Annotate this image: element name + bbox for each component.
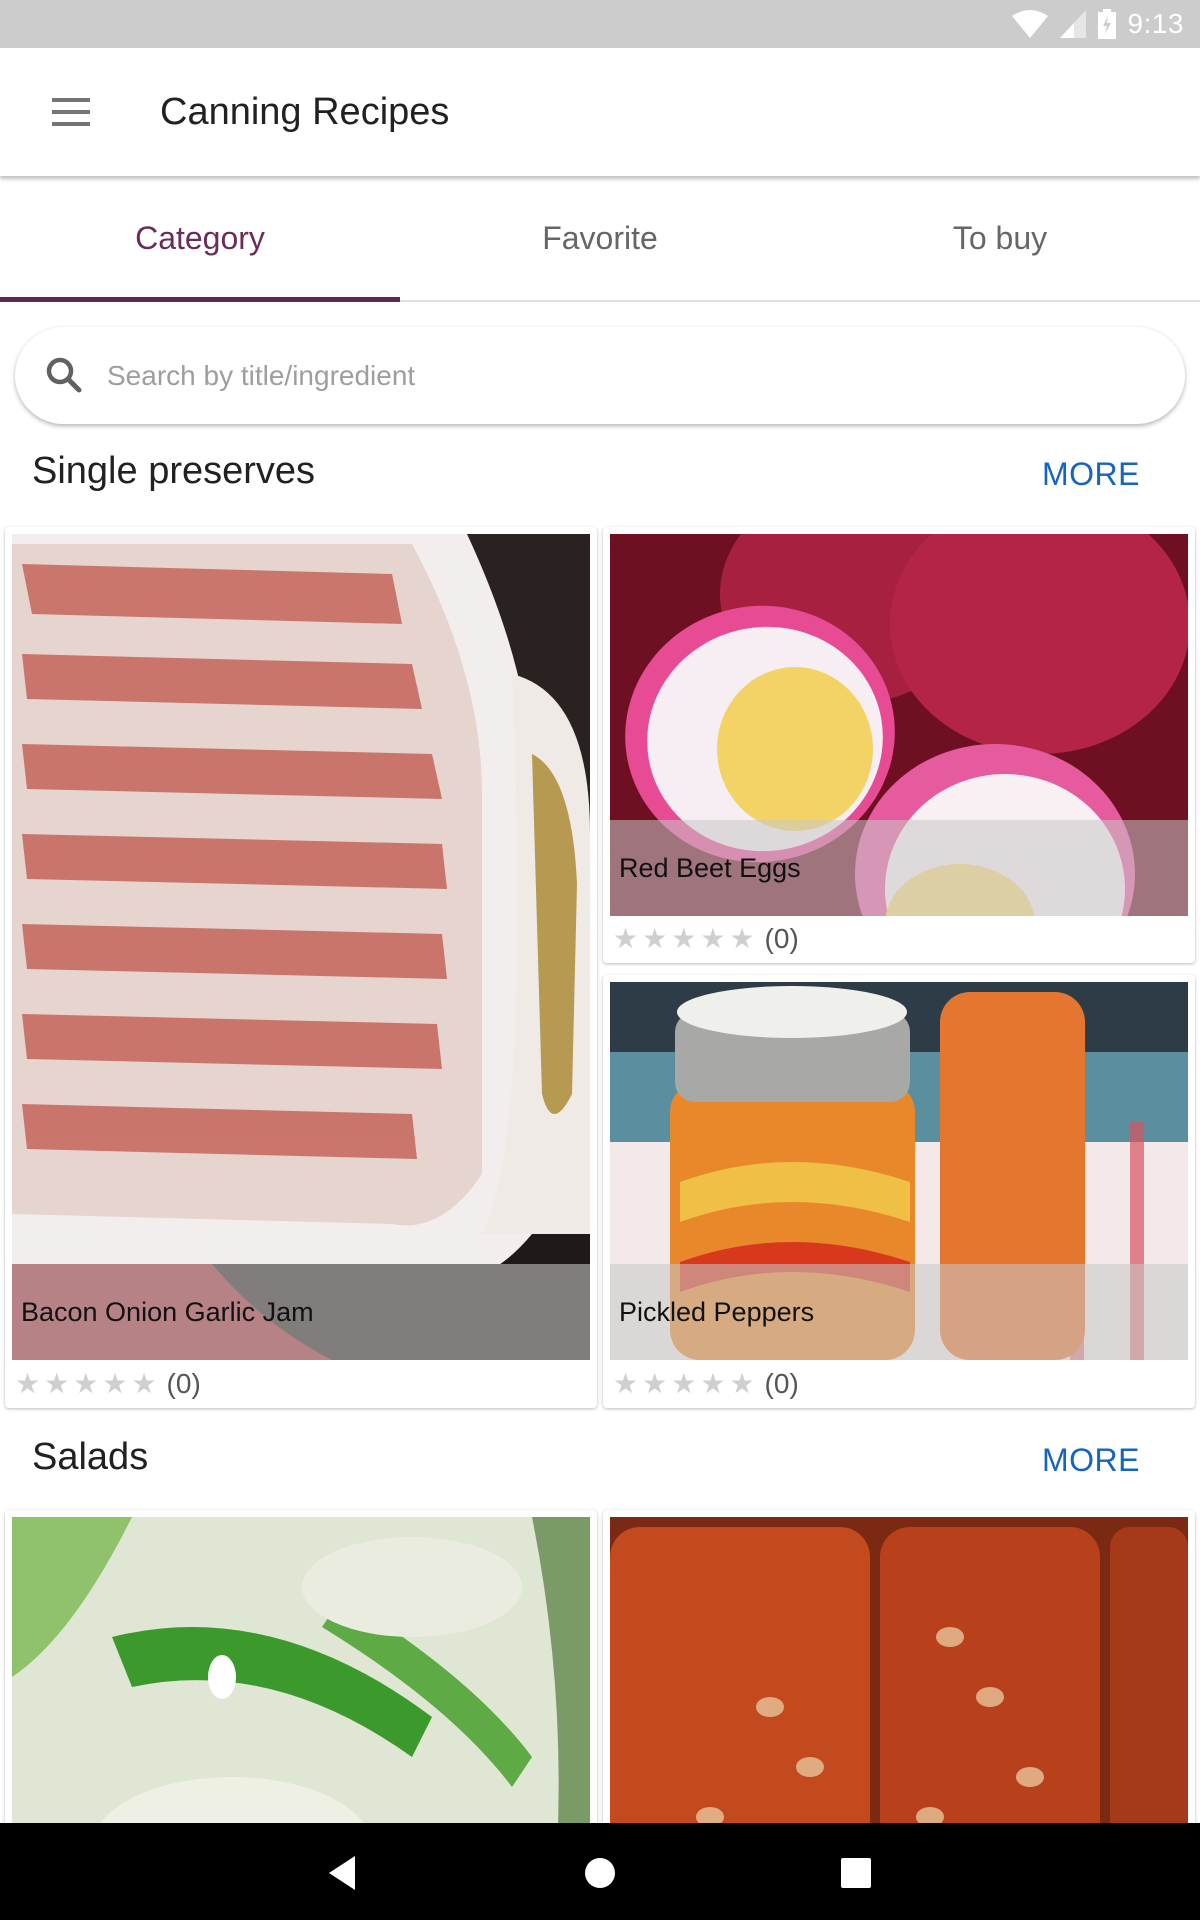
- recents-icon[interactable]: [832, 1849, 880, 1897]
- star-icon: ★: [613, 923, 639, 954]
- recipe-title: Pickled Peppers: [610, 1264, 1188, 1360]
- menu-line: [52, 122, 90, 126]
- section-header-single-preserves: Single preserves MORE: [0, 444, 1200, 504]
- app-title: Canning Recipes: [160, 91, 450, 133]
- tab-category[interactable]: Category: [0, 176, 400, 302]
- status-icons: 9:13: [1011, 6, 1185, 42]
- star-icon: ★: [671, 923, 697, 954]
- tab-to-buy[interactable]: To buy: [800, 176, 1200, 300]
- cell-signal-icon: [1059, 10, 1086, 38]
- more-button[interactable]: MORE: [1042, 456, 1140, 493]
- recipe-card[interactable]: Red Beet Eggs ★ ★ ★ ★ ★ (0): [603, 527, 1195, 963]
- star-icon: ★: [44, 1368, 70, 1399]
- search-bar[interactable]: [15, 327, 1185, 424]
- bacon-jam-photo: [12, 534, 590, 1360]
- star-icon: ★: [729, 923, 755, 954]
- hamburger-menu-icon[interactable]: [44, 86, 100, 138]
- star-icon: ★: [700, 923, 726, 954]
- status-time: 9:13: [1127, 8, 1184, 39]
- recipe-card[interactable]: Pickled Peppers ★ ★ ★ ★ ★ (0): [603, 975, 1195, 1408]
- tab-bar: Category Favorite To buy: [0, 176, 1200, 302]
- rating: ★ ★ ★ ★ ★ (0): [613, 921, 799, 957]
- star-icon: ★: [729, 1368, 755, 1399]
- recipe-title: Bacon Onion Garlic Jam: [12, 1264, 590, 1360]
- search-input[interactable]: [107, 359, 1007, 392]
- recipe-image-red-beet-eggs: Red Beet Eggs: [610, 534, 1188, 916]
- section-title: Salads: [32, 1436, 149, 1478]
- rating-count: (0): [166, 1368, 201, 1399]
- section-title: Single preserves: [32, 450, 316, 492]
- star-icon: ★: [73, 1368, 99, 1399]
- recipe-image-bacon-jam: Bacon Onion Garlic Jam: [12, 534, 590, 1360]
- app-bar: Canning Recipes: [0, 48, 1200, 176]
- rating: ★ ★ ★ ★ ★ (0): [613, 1366, 799, 1402]
- home-icon[interactable]: [576, 1849, 624, 1897]
- battery-charging-icon: [1097, 9, 1116, 39]
- more-button[interactable]: MORE: [1042, 1442, 1140, 1479]
- star-icon: ★: [613, 1368, 639, 1399]
- star-icon: ★: [102, 1368, 128, 1399]
- recipe-card[interactable]: Bacon Onion Garlic Jam ★ ★ ★ ★ ★ (0): [5, 527, 597, 1408]
- star-icon: ★: [642, 923, 668, 954]
- star-icon: ★: [671, 1368, 697, 1399]
- menu-line: [52, 98, 90, 102]
- menu-line: [52, 110, 90, 114]
- tab-favorite[interactable]: Favorite: [400, 176, 800, 300]
- star-icon: ★: [131, 1368, 157, 1399]
- rating-count: (0): [764, 1368, 799, 1399]
- section-header-salads: Salads MORE: [0, 1430, 1200, 1490]
- rating-count: (0): [764, 923, 799, 954]
- search-icon: [46, 357, 82, 392]
- wifi-icon: [1011, 10, 1048, 38]
- recipe-title: Red Beet Eggs: [610, 820, 1188, 916]
- system-nav-bar: [0, 1823, 1200, 1920]
- back-icon[interactable]: [319, 1849, 367, 1897]
- status-bar: 9:13: [0, 0, 1200, 48]
- star-icon: ★: [15, 1368, 41, 1399]
- star-icon: ★: [700, 1368, 726, 1399]
- rating: ★ ★ ★ ★ ★ (0): [15, 1366, 201, 1402]
- star-icon: ★: [642, 1368, 668, 1399]
- recipe-image-pickled-peppers: Pickled Peppers: [610, 982, 1188, 1360]
